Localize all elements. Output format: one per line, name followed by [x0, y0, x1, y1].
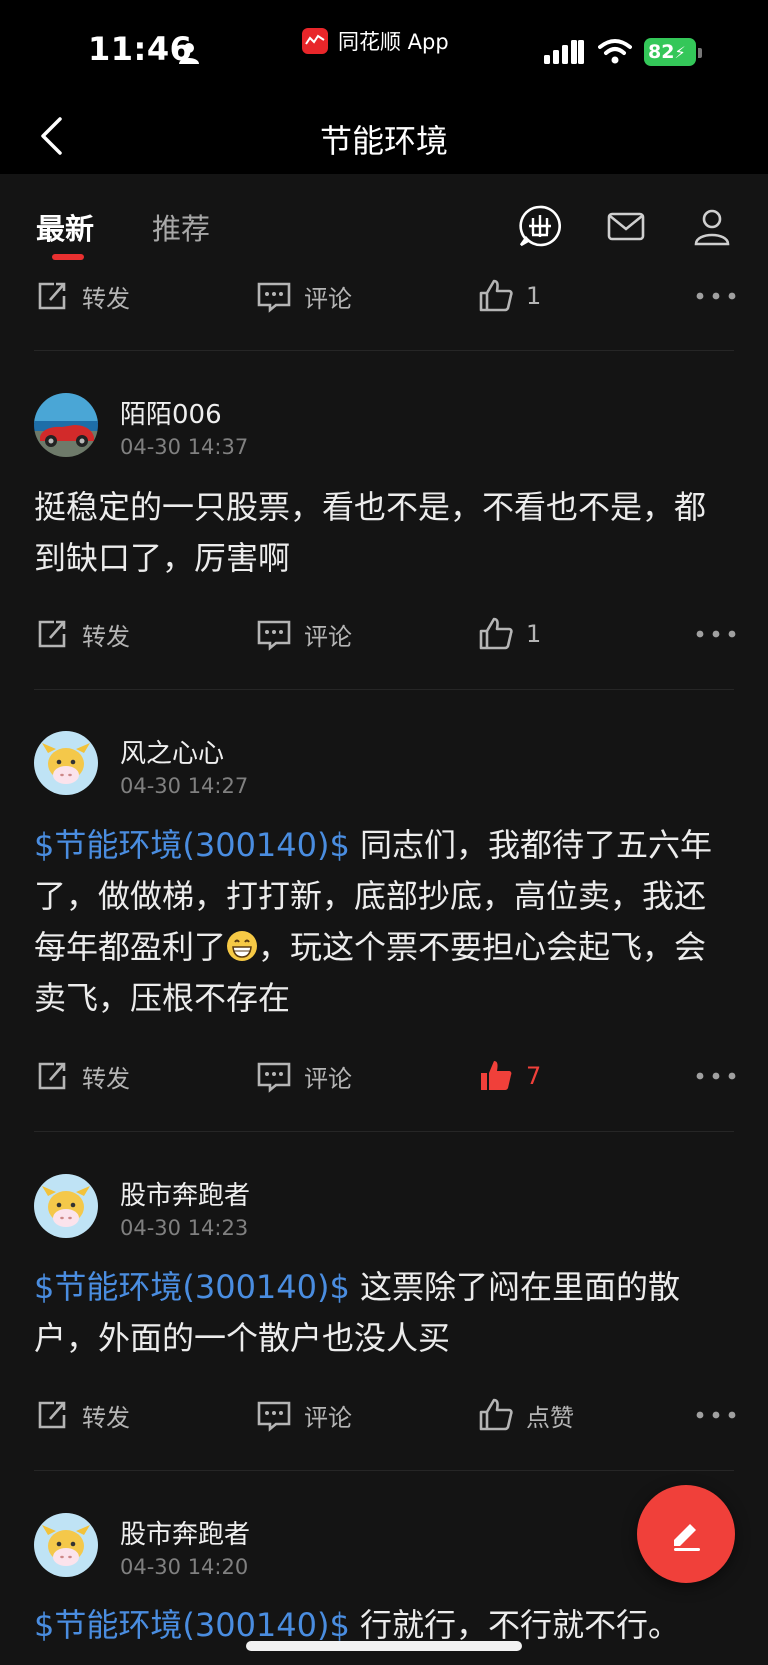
active-tab-indicator — [52, 254, 84, 260]
comment-button[interactable]: 评论 — [256, 1056, 352, 1096]
like-button[interactable]: 1 — [478, 276, 541, 316]
tab-bar: 最新 推荐 — [0, 174, 768, 266]
page-title: 节能环境 — [319, 122, 448, 160]
user-icon[interactable] — [690, 204, 734, 248]
avatar-car-image — [34, 393, 98, 457]
battery-cap — [698, 48, 702, 58]
thumbs-up-icon — [479, 279, 513, 312]
tab-recommend[interactable]: 推荐 — [152, 206, 210, 248]
post-actions: 转发 评论 7 — [0, 1056, 768, 1096]
post-time: 04-30 14:20 — [120, 1555, 249, 1579]
battery-indicator: 82⚡ — [644, 38, 696, 66]
ths-logo-icon[interactable] — [518, 204, 562, 248]
post-time: 04-30 14:27 — [120, 774, 249, 798]
back-to-app[interactable]: 同花顺 App — [302, 26, 449, 56]
post-divider — [34, 689, 734, 690]
more-icon[interactable] — [696, 292, 736, 300]
forward-button[interactable]: 转发 — [34, 614, 130, 654]
post-actions: 转发 评论 点赞 — [0, 1395, 768, 1435]
status-time: 11:46 — [88, 30, 193, 68]
status-bar: 11:46 同花顺 App 82⚡ — [0, 0, 768, 100]
post-divider — [34, 1470, 734, 1471]
stock-tag-link[interactable]: $节能环境(300140)$ — [34, 826, 350, 864]
username[interactable]: 风之心心 — [120, 733, 224, 770]
thumbs-up-icon — [479, 1398, 513, 1431]
comment-button[interactable]: 评论 — [256, 276, 352, 316]
post-actions: 转发 评论 1 — [0, 276, 768, 316]
like-button[interactable]: 1 — [478, 614, 541, 654]
avatar[interactable] — [34, 731, 98, 795]
ths-app-icon — [302, 28, 328, 54]
post-text[interactable]: $节能环境(300140)$ 这票除了闷在里面的散户，外面的一个散户也没人买 — [34, 1262, 734, 1364]
thumbs-up-icon — [479, 617, 513, 650]
wifi-icon — [598, 39, 632, 64]
forward-icon — [38, 282, 66, 310]
more-icon[interactable] — [696, 1411, 736, 1419]
username[interactable]: 股市奔跑者 — [120, 1514, 250, 1551]
post-divider — [34, 1131, 734, 1132]
thumbs-up-filled-icon — [481, 1061, 512, 1090]
compose-button[interactable] — [637, 1485, 735, 1583]
pencil-icon — [674, 1524, 700, 1551]
mail-icon[interactable] — [604, 204, 648, 248]
cow-avatar-icon — [34, 731, 98, 795]
avatar[interactable] — [34, 1174, 98, 1238]
username[interactable]: 股市奔跑者 — [120, 1175, 250, 1212]
comment-button[interactable]: 评论 — [256, 614, 352, 654]
person-icon — [179, 43, 199, 64]
comment-icon — [257, 1062, 291, 1093]
cow-avatar-icon — [34, 1174, 98, 1238]
nav-bar: 节能环境 — [0, 100, 768, 174]
avatar[interactable] — [34, 1513, 98, 1577]
stock-tag-link[interactable]: $节能环境(300140)$ — [34, 1268, 350, 1306]
comment-button[interactable]: 评论 — [256, 1395, 352, 1435]
comment-icon — [257, 620, 291, 651]
tab-latest[interactable]: 最新 — [36, 206, 94, 248]
signal-icon — [544, 40, 584, 64]
more-icon[interactable] — [696, 1072, 736, 1080]
more-icon[interactable] — [696, 630, 736, 638]
comment-icon — [257, 1401, 291, 1432]
comment-icon — [257, 282, 291, 313]
post-actions: 转发 评论 1 — [0, 614, 768, 654]
forward-button[interactable]: 转发 — [34, 276, 130, 316]
post-text[interactable]: $节能环境(300140)$ 行就行，不行就不行。 — [34, 1600, 734, 1665]
post-time: 04-30 14:23 — [120, 1216, 249, 1240]
app-name: 同花顺 App — [338, 30, 449, 54]
forward-button[interactable]: 转发 — [34, 1056, 130, 1096]
charging-icon: ⚡ — [674, 43, 686, 62]
cow-avatar-icon — [34, 1513, 98, 1577]
forward-icon — [38, 1401, 66, 1429]
username[interactable]: 陌陌006 — [120, 394, 222, 431]
post-text[interactable]: 挺稳定的一只股票，看也不是，不看也不是，都到缺口了，厉害啊 — [34, 482, 734, 584]
post-text[interactable]: $节能环境(300140)$ 同志们，我都待了五六年了，做做梯，打打新，底部抄底… — [34, 820, 734, 1024]
post-divider — [34, 350, 734, 351]
grin-emoji-icon — [227, 931, 258, 961]
forward-icon — [38, 620, 66, 648]
avatar[interactable] — [34, 393, 98, 457]
forward-button[interactable]: 转发 — [34, 1395, 130, 1435]
like-button[interactable]: 7 — [478, 1056, 541, 1096]
forward-icon — [38, 1062, 66, 1090]
post-time: 04-30 14:37 — [120, 435, 249, 459]
home-indicator[interactable] — [246, 1641, 522, 1651]
like-button[interactable]: 点赞 — [478, 1395, 574, 1435]
stock-tag-link[interactable]: $节能环境(300140)$ — [34, 1606, 350, 1644]
